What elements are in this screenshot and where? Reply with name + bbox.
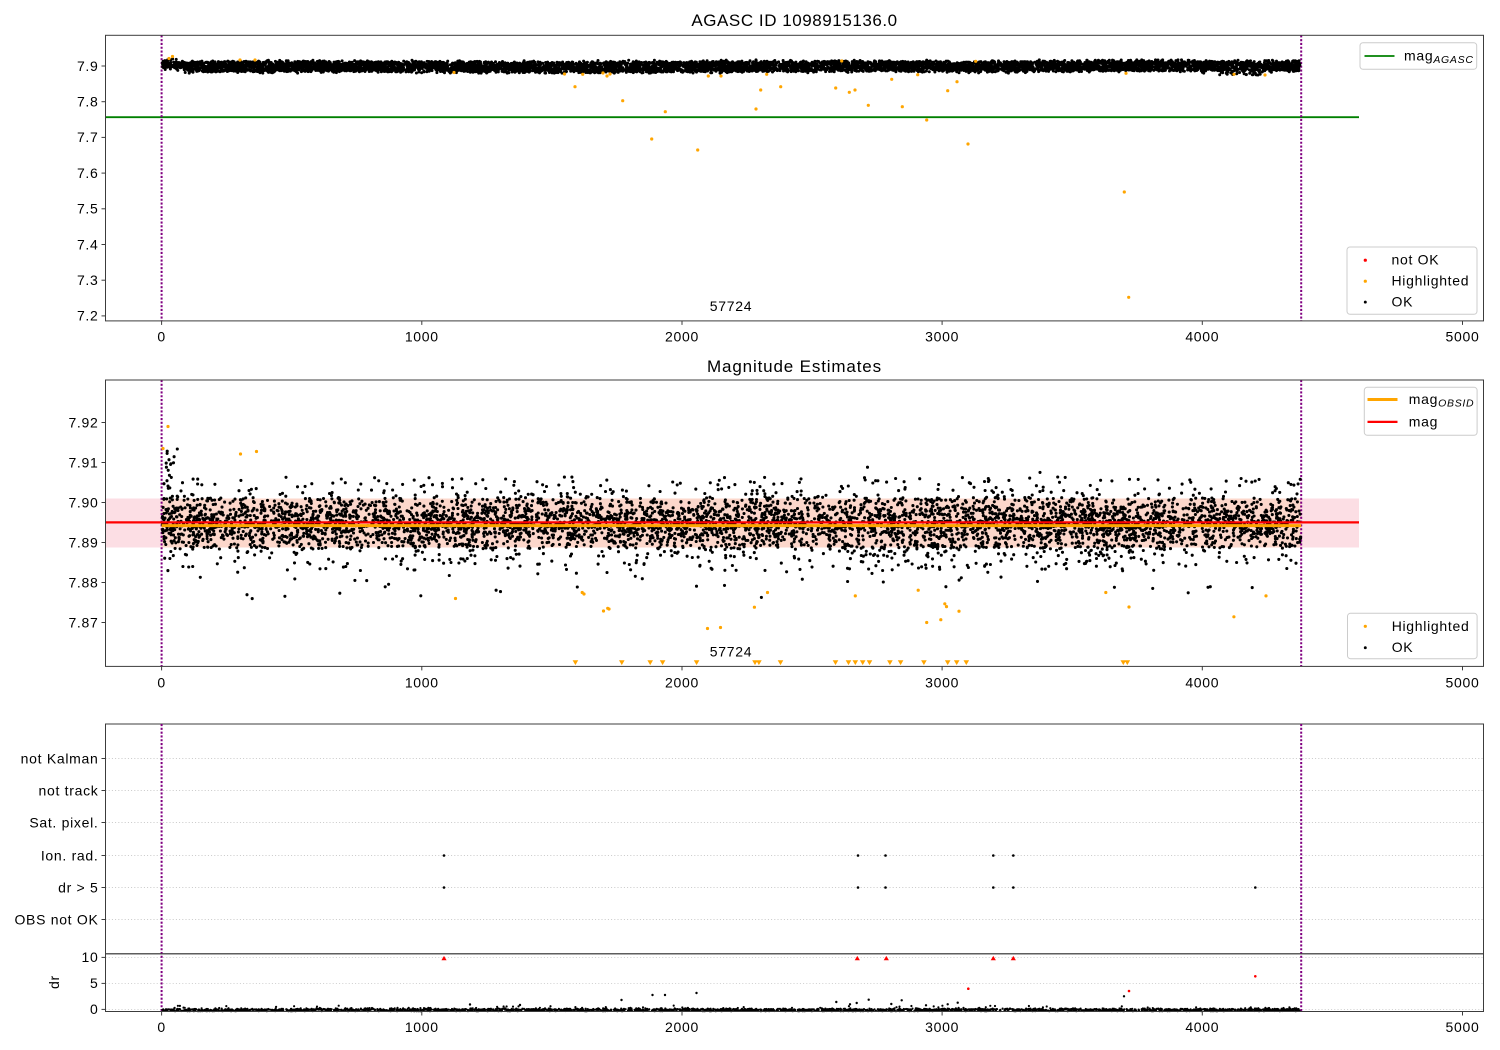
svg-text:7.92: 7.92 [68, 414, 98, 430]
svg-text:5000: 5000 [1446, 329, 1480, 345]
svg-text:7.5: 7.5 [77, 201, 99, 217]
svg-text:4000: 4000 [1185, 674, 1219, 690]
svg-text:not Kalman: not Kalman [21, 750, 99, 766]
svg-text:57724: 57724 [710, 298, 752, 314]
svg-text:7.88: 7.88 [68, 574, 98, 590]
svg-text:0: 0 [90, 1001, 99, 1017]
svg-text:7.3: 7.3 [77, 272, 99, 288]
svg-text:2000: 2000 [665, 674, 699, 690]
svg-text:57724: 57724 [710, 644, 752, 660]
svg-text:mag: mag [1409, 413, 1438, 429]
svg-text:Sat. pixel.: Sat. pixel. [29, 814, 98, 830]
svg-text:4000: 4000 [1185, 329, 1219, 345]
svg-text:OK: OK [1392, 294, 1414, 310]
svg-text:7.87: 7.87 [68, 614, 98, 630]
svg-text:7.89: 7.89 [68, 534, 98, 550]
svg-text:4000: 4000 [1185, 1019, 1219, 1035]
svg-text:5000: 5000 [1446, 674, 1480, 690]
svg-text:Highlighted: Highlighted [1392, 273, 1470, 289]
svg-text:3000: 3000 [925, 329, 959, 345]
svg-text:Magnitude Estimates: Magnitude Estimates [707, 357, 882, 376]
svg-text:7.4: 7.4 [77, 236, 99, 252]
svg-text:0: 0 [157, 1019, 166, 1035]
svg-text:not OK: not OK [1392, 252, 1440, 268]
svg-text:7.8: 7.8 [77, 94, 99, 110]
svg-text:3000: 3000 [925, 1019, 959, 1035]
svg-text:5000: 5000 [1446, 1019, 1480, 1035]
svg-text:OK: OK [1392, 639, 1414, 655]
svg-text:7.2: 7.2 [77, 308, 99, 324]
svg-text:dr > 5: dr > 5 [58, 879, 98, 895]
svg-text:1000: 1000 [405, 674, 439, 690]
svg-text:7.6: 7.6 [77, 165, 99, 181]
svg-text:1000: 1000 [405, 329, 439, 345]
svg-text:1000: 1000 [405, 1019, 439, 1035]
svg-text:dr: dr [46, 975, 62, 989]
svg-text:7.90: 7.90 [68, 494, 98, 510]
svg-text:7.9: 7.9 [77, 58, 99, 74]
svg-text:2000: 2000 [665, 329, 699, 345]
svg-text:7.91: 7.91 [68, 454, 98, 470]
svg-text:7.7: 7.7 [77, 129, 99, 145]
svg-text:0: 0 [157, 329, 166, 345]
svg-text:AGASC ID 1098915136.0: AGASC ID 1098915136.0 [691, 11, 897, 30]
svg-text:not track: not track [39, 782, 99, 798]
svg-text:OBS not OK: OBS not OK [14, 911, 98, 927]
svg-text:3000: 3000 [925, 674, 959, 690]
svg-text:0: 0 [157, 674, 166, 690]
svg-text:Ion. rad.: Ion. rad. [41, 847, 99, 863]
svg-text:5: 5 [90, 975, 99, 991]
svg-text:10: 10 [82, 949, 99, 965]
svg-text:Highlighted: Highlighted [1392, 618, 1470, 634]
svg-text:2000: 2000 [665, 1019, 699, 1035]
